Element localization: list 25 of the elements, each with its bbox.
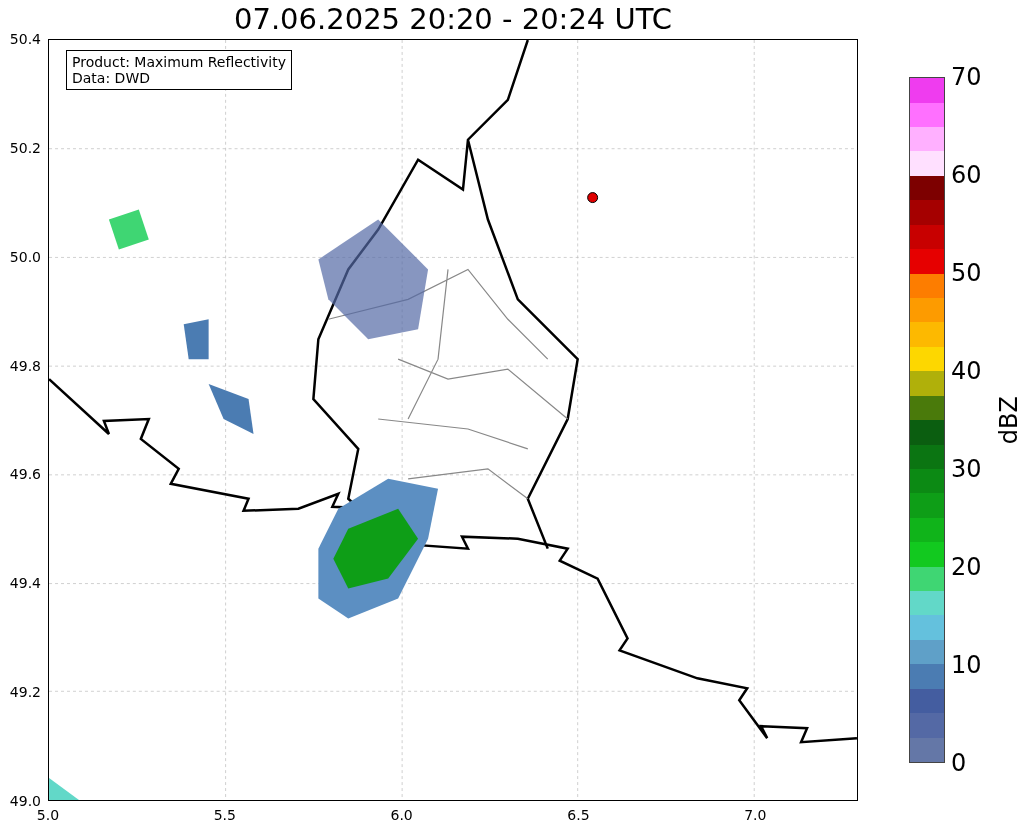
chart-title: 07.06.2025 20:20 - 20:24 UTC bbox=[233, 1, 673, 38]
info-text: Product: Maximum Reflectivity bbox=[72, 54, 286, 70]
colorbar-tick-label: 50 bbox=[951, 259, 982, 287]
y-tick-label: 49.0 bbox=[9, 793, 41, 809]
y-tick-label: 49.2 bbox=[9, 684, 41, 701]
colorbar-tick-label: 70 bbox=[951, 63, 982, 91]
y-tick-label: 50.0 bbox=[9, 248, 41, 265]
colorbar-tick-label: 60 bbox=[951, 161, 982, 189]
x-tick-label: 6.0 bbox=[390, 807, 413, 823]
colorbar-tick-label: 40 bbox=[951, 357, 982, 385]
y-tick-label: 50.2 bbox=[9, 139, 41, 156]
colorbar-tick-label: 10 bbox=[951, 651, 982, 679]
colorbar-tick-label: 0 bbox=[951, 749, 967, 777]
colorbar-label: dBZ bbox=[995, 395, 1023, 445]
x-tick-label: 6.5 bbox=[567, 807, 590, 823]
y-tick-label: 49.6 bbox=[9, 466, 41, 483]
x-tick-label: 7.0 bbox=[744, 807, 767, 823]
colorbar-tick-label: 20 bbox=[951, 553, 982, 581]
colorbar-tick-label: 30 bbox=[951, 455, 982, 483]
y-tick-label: 49.4 bbox=[9, 575, 41, 592]
y-tick-label: 49.8 bbox=[9, 357, 41, 374]
y-tick-label: 50.4 bbox=[9, 31, 41, 47]
x-tick-label: 5.0 bbox=[36, 807, 60, 823]
x-tick-label: 5.5 bbox=[213, 807, 236, 823]
info-text: Data: DWD bbox=[72, 70, 151, 86]
